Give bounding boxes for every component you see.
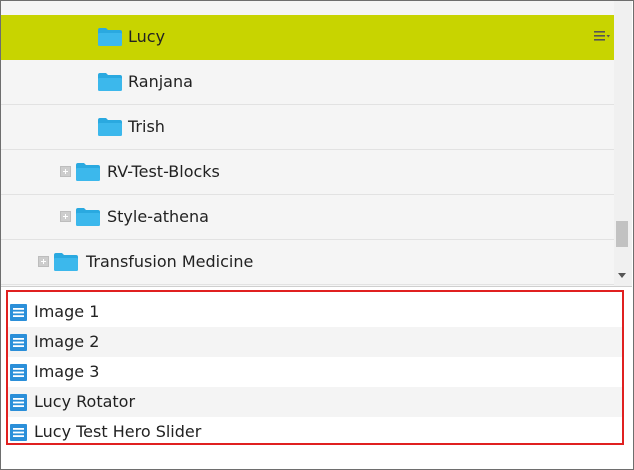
- document-icon: [10, 304, 27, 321]
- tree-scrollbar[interactable]: [614, 1, 632, 286]
- folder-icon: [76, 163, 100, 181]
- list-item-label: Lucy Rotator: [34, 392, 136, 411]
- tree-item-trish[interactable]: Trish: [1, 105, 614, 150]
- tree-item-style-athena[interactable]: Style-athena: [1, 195, 614, 240]
- expand-plus-icon[interactable]: [38, 256, 49, 267]
- expand-plus-icon[interactable]: [60, 211, 71, 222]
- document-icon: [10, 424, 27, 441]
- tree-item-label: Style-athena: [107, 207, 209, 226]
- tree-item-label: Lucy: [128, 27, 166, 46]
- scrollbar-thumb[interactable]: [616, 221, 628, 247]
- tree-item-label: Trish: [128, 117, 165, 136]
- list-item-lucy-test-hero-slider[interactable]: Lucy Test Hero Slider: [8, 417, 622, 443]
- folder-icon: [98, 118, 122, 136]
- tree-item-transfusion-medicine[interactable]: Transfusion Medicine: [1, 240, 614, 285]
- tree-item-label: Ranjana: [128, 72, 193, 91]
- panel-divider: [1, 286, 632, 287]
- content-item-list: Image 1 Image 2 Image 3 Lucy Rotator Luc…: [6, 290, 624, 445]
- list-item-image-3[interactable]: Image 3: [8, 357, 622, 387]
- list-item-label: Image 1: [34, 302, 100, 321]
- document-icon: [10, 364, 27, 381]
- folder-icon: [76, 208, 100, 226]
- tree-item-label: RV-Test-Blocks: [107, 162, 220, 181]
- folder-icon: [98, 28, 122, 46]
- hamburger-menu-icon[interactable]: [593, 27, 611, 45]
- folder-icon: [98, 73, 122, 91]
- list-item-image-1[interactable]: Image 1: [8, 297, 622, 327]
- folder-icon: [54, 253, 78, 271]
- list-item-label: Lucy Test Hero Slider: [34, 422, 202, 441]
- tree-item-lucy[interactable]: Lucy: [1, 15, 614, 60]
- tree-item-rv-test-blocks[interactable]: RV-Test-Blocks: [1, 150, 614, 195]
- list-item-label: Image 3: [34, 362, 100, 381]
- tree-item-ranjana[interactable]: Ranjana: [1, 60, 614, 105]
- document-icon: [10, 334, 27, 351]
- document-icon: [10, 394, 27, 411]
- list-item-lucy-rotator[interactable]: Lucy Rotator: [8, 387, 622, 417]
- folder-tree: Lucy Ranjana Trish RV-Test-Blocks Style-…: [1, 1, 614, 286]
- list-item-label: Image 2: [34, 332, 100, 351]
- list-item-image-2[interactable]: Image 2: [8, 327, 622, 357]
- scroll-down-arrow-icon[interactable]: [618, 273, 626, 278]
- expand-plus-icon[interactable]: [60, 166, 71, 177]
- tree-item-label: Transfusion Medicine: [86, 252, 254, 271]
